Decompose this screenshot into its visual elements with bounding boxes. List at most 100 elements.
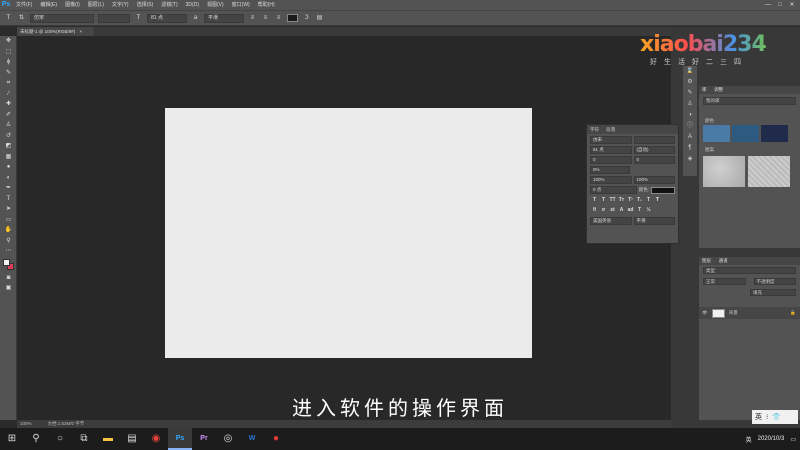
strikethrough-icon[interactable]: Ŧ: [654, 197, 661, 204]
antialias-select[interactable]: 平滑: [204, 13, 244, 23]
char-horizontal-scale[interactable]: 100%: [590, 176, 632, 184]
patterns-section-label[interactable]: 图案: [699, 146, 800, 154]
superscript-icon[interactable]: T¹: [627, 197, 634, 204]
cortana-icon[interactable]: ○: [48, 428, 72, 450]
char-vert-shift[interactable]: 0%: [590, 166, 630, 174]
chrome-icon[interactable]: ◉: [144, 428, 168, 450]
char-font-family[interactable]: 仿宋: [590, 136, 632, 144]
menu-help[interactable]: 帮助(H): [254, 0, 279, 10]
color-swatches[interactable]: [0, 257, 17, 273]
opacity-label[interactable]: 不透明度: [753, 278, 796, 285]
task-view-icon[interactable]: ⧉: [72, 428, 96, 450]
close-button[interactable]: ✕: [786, 0, 798, 10]
tab-paragraph[interactable]: 段落: [603, 127, 618, 132]
tab-libraries[interactable]: 库: [699, 86, 710, 94]
adjust-panel-icon[interactable]: ◑: [683, 110, 697, 121]
zoom-tool-icon[interactable]: ⚲: [0, 236, 17, 247]
text-color-swatch[interactable]: [287, 14, 298, 22]
hand-tool-icon[interactable]: ✋: [0, 225, 17, 236]
menu-filter[interactable]: 滤镜(T): [157, 0, 181, 10]
dodge-tool-icon[interactable]: ◐: [0, 173, 17, 184]
stylistic-icon[interactable]: st: [609, 207, 616, 214]
healing-brush-tool-icon[interactable]: ✚: [0, 99, 17, 110]
pen-tool-icon[interactable]: ✒: [0, 183, 17, 194]
photoshop-taskbar-icon[interactable]: Ps: [168, 428, 192, 450]
start-button[interactable]: ⊞: [0, 428, 24, 450]
char-antialias-select[interactable]: 平滑: [633, 217, 675, 225]
orientation-toggle-icon[interactable]: ⇅: [17, 14, 26, 23]
document-canvas[interactable]: [165, 108, 532, 358]
tab-character[interactable]: 字符: [587, 127, 602, 132]
ligature-icon[interactable]: σ: [600, 207, 607, 214]
clone-panel-icon[interactable]: ♙: [683, 99, 697, 110]
marquee-tool-icon[interactable]: ⬚: [0, 47, 17, 58]
underline-icon[interactable]: T: [645, 197, 652, 204]
swash-icon[interactable]: A: [618, 207, 625, 214]
char-font-size[interactable]: 81 点: [590, 146, 632, 154]
blur-tool-icon[interactable]: ●: [0, 162, 17, 173]
premiere-taskbar-icon[interactable]: Pr: [192, 428, 216, 450]
align-right-icon[interactable]: ≡: [274, 14, 283, 23]
crop-tool-icon[interactable]: ⌗: [0, 78, 17, 89]
history-brush-tool-icon[interactable]: ↺: [0, 131, 17, 142]
lasso-tool-icon[interactable]: ϕ: [0, 57, 17, 68]
char-vertical-scale[interactable]: 100%: [633, 176, 675, 184]
library-color-swatch[interactable]: [732, 125, 759, 142]
document-tab[interactable]: 未标题-1 @ 100%(RGB/8#) ×: [17, 27, 95, 36]
screen-mode-icon[interactable]: ▣: [0, 283, 17, 294]
file-explorer-icon[interactable]: ▬: [96, 428, 120, 450]
quick-mask-icon[interactable]: ◙: [0, 273, 17, 284]
menu-window[interactable]: 窗口(W): [228, 0, 254, 10]
library-color-swatch[interactable]: [703, 125, 730, 142]
char-kerning[interactable]: 0: [590, 156, 632, 164]
move-tool-icon[interactable]: ✥: [0, 36, 17, 47]
warp-text-icon[interactable]: ℑ: [302, 14, 311, 23]
clock-date[interactable]: 2020/10/3: [758, 428, 785, 450]
ime-indicator[interactable]: 英 ⁝ 👕: [752, 410, 798, 424]
more-tools-icon[interactable]: ⋯: [0, 246, 17, 257]
titling-icon[interactable]: ad: [627, 207, 634, 214]
char-color-swatch[interactable]: [651, 186, 675, 194]
library-pattern-swatch[interactable]: [703, 156, 745, 187]
obs-icon[interactable]: ◎: [216, 428, 240, 450]
char-panel-toggle-icon[interactable]: ▤: [315, 14, 324, 23]
char-tracking[interactable]: 0: [633, 156, 675, 164]
menu-type[interactable]: 文字(Y): [108, 0, 133, 10]
3d-panel-icon[interactable]: ◈: [683, 154, 697, 165]
menu-image[interactable]: 图像(I): [61, 0, 84, 10]
search-icon[interactable]: ⚲: [24, 428, 48, 450]
blend-mode-select[interactable]: 正常: [703, 278, 746, 285]
eraser-tool-icon[interactable]: ◩: [0, 141, 17, 152]
tray-language[interactable]: 英: [746, 435, 752, 444]
menu-3d[interactable]: 3D(D): [182, 0, 203, 10]
menu-layer[interactable]: 图层(L): [84, 0, 108, 10]
colors-section-label[interactable]: 颜色: [699, 117, 800, 125]
char-language-select[interactable]: 美国英语: [590, 217, 632, 225]
store-icon[interactable]: ▤: [120, 428, 144, 450]
font-family-select[interactable]: 仿宋: [30, 13, 94, 23]
brush-panel-icon[interactable]: ✎: [683, 88, 697, 99]
path-select-tool-icon[interactable]: ➤: [0, 204, 17, 215]
zoom-level[interactable]: 100%: [20, 420, 32, 428]
tab-channels[interactable]: 通道: [716, 257, 731, 265]
shape-tool-icon[interactable]: ▭: [0, 215, 17, 226]
ordinal-icon[interactable]: T: [636, 207, 643, 214]
foreground-color-swatch[interactable]: [3, 258, 10, 266]
word-icon[interactable]: W: [240, 428, 264, 450]
menu-view[interactable]: 视图(V): [203, 0, 228, 10]
char-baseline-shift[interactable]: 0 点: [590, 186, 637, 194]
document-tab-close-icon[interactable]: ×: [79, 29, 82, 34]
brush-tool-icon[interactable]: ✐: [0, 110, 17, 121]
library-color-swatch[interactable]: [761, 125, 788, 142]
tab-adjustments[interactable]: 调整: [711, 86, 726, 94]
faux-bold-icon[interactable]: T: [591, 197, 598, 204]
visibility-eye-icon[interactable]: 👁: [702, 310, 708, 316]
menu-select[interactable]: 选择(S): [133, 0, 158, 10]
all-caps-icon[interactable]: TT: [609, 197, 616, 204]
font-style-select[interactable]: [98, 13, 130, 23]
small-caps-icon[interactable]: Tт: [618, 197, 625, 204]
clone-stamp-tool-icon[interactable]: ♙: [0, 120, 17, 131]
align-center-icon[interactable]: ≡: [261, 14, 270, 23]
info-panel-icon[interactable]: ⓘ: [683, 121, 697, 132]
menu-edit[interactable]: 编辑(E): [36, 0, 61, 10]
